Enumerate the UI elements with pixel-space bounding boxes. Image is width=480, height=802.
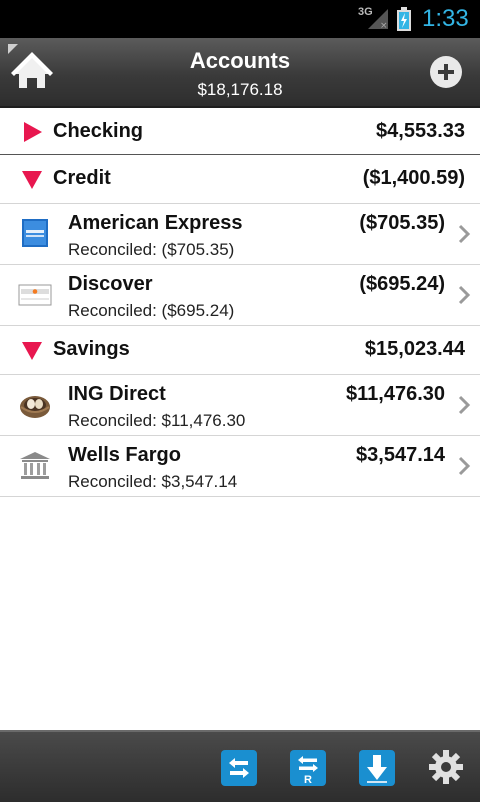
account-balance: ($695.24) <box>359 273 445 295</box>
bank-icon <box>20 452 50 479</box>
status-bar: 3G × 1:33 <box>0 0 480 38</box>
reconciled-balance: Reconciled: $11,476.30 <box>68 411 246 430</box>
account-name: Discover <box>68 273 153 295</box>
account-name: ING Direct <box>68 383 166 405</box>
svg-text:×: × <box>380 21 388 30</box>
accounts-list: Checking $4,553.33 Credit ($1,400.59) Am… <box>0 108 480 497</box>
account-balance: ($705.35) <box>359 212 445 234</box>
reconcile-letter: R <box>304 774 312 786</box>
reconciled-balance: Reconciled: ($705.35) <box>68 240 235 259</box>
download-button[interactable] <box>359 750 395 786</box>
account-name: Wells Fargo <box>68 444 181 466</box>
transfer-button[interactable] <box>221 750 257 786</box>
expanded-triangle-icon <box>22 342 42 360</box>
group-total: ($1,400.59) <box>362 167 465 189</box>
accounts-header: Accounts $18,176.18 <box>0 38 480 108</box>
account-row-discover[interactable]: Discover Reconciled: ($695.24) ($695.24) <box>0 265 480 326</box>
chevron-right-icon <box>458 285 471 305</box>
account-row-american-express[interactable]: American Express Reconciled: ($705.35) (… <box>0 204 480 265</box>
discover-logo-icon <box>18 284 52 306</box>
group-checking[interactable]: Checking $4,553.33 <box>0 108 480 155</box>
reconcile-transfer-icon: R <box>298 756 318 786</box>
transfer-icon <box>229 758 249 778</box>
page-title: Accounts <box>189 48 291 73</box>
reconcile-transfer-button[interactable]: R <box>290 750 326 786</box>
account-name: American Express <box>68 212 243 234</box>
group-name: Checking <box>53 120 144 142</box>
bottom-toolbar: R <box>0 730 480 802</box>
reconciled-balance: Reconciled: $3,547.14 <box>68 472 238 491</box>
chevron-right-icon <box>458 224 471 244</box>
nest-icon <box>20 396 50 418</box>
download-icon <box>367 755 387 783</box>
group-name: Credit <box>53 167 111 189</box>
accounts-total: $18,176.18 <box>197 80 283 99</box>
group-total: $4,553.33 <box>376 120 465 142</box>
account-row-wells-fargo[interactable]: Wells Fargo Reconciled: $3,547.14 $3,547… <box>0 436 480 497</box>
gear-icon[interactable] <box>428 749 464 785</box>
group-total: $15,023.44 <box>364 338 465 360</box>
expanded-triangle-icon <box>22 171 42 189</box>
group-credit[interactable]: Credit ($1,400.59) <box>0 155 480 204</box>
reconciled-balance: Reconciled: ($695.24) <box>68 301 235 320</box>
account-row-ing-direct[interactable]: ING Direct Reconciled: $11,476.30 $11,47… <box>0 375 480 436</box>
add-icon[interactable] <box>430 56 462 88</box>
amex-logo-icon <box>22 219 48 247</box>
account-balance: $11,476.30 <box>346 383 445 405</box>
clock: 1:33 <box>422 5 469 32</box>
group-savings[interactable]: Savings $15,023.44 <box>0 326 480 375</box>
collapsed-triangle-icon <box>24 122 42 142</box>
group-name: Savings <box>53 338 130 360</box>
battery-icon <box>397 7 411 31</box>
signal-icon: × <box>368 9 388 30</box>
chevron-right-icon <box>458 395 471 415</box>
account-balance: $3,547.14 <box>356 444 445 466</box>
chevron-right-icon <box>458 456 471 476</box>
